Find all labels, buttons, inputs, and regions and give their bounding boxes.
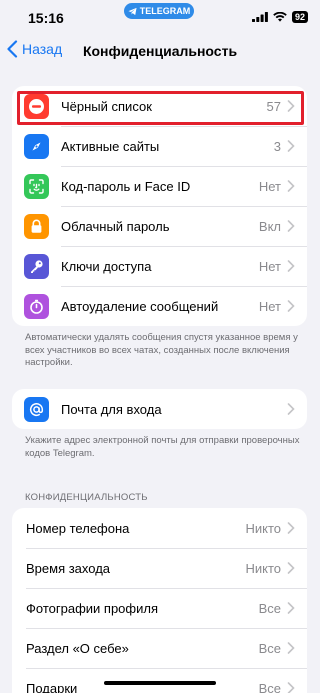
active-sites-row[interactable]: Активные сайты 3 [12, 126, 307, 166]
row-value: Нет [258, 298, 281, 314]
row-label: Чёрный список [61, 98, 152, 114]
auto-delete-row[interactable]: Автоудаление сообщений Нет [12, 286, 307, 326]
login-email-icon-tile [24, 396, 49, 422]
blocked-users-row[interactable]: Чёрный список 57 [12, 86, 307, 126]
chevron-right-icon [287, 682, 295, 693]
telegram-pill-label: TELEGRAM [139, 6, 191, 16]
cloud-password-row[interactable]: Облачный пароль Вкл [12, 206, 307, 246]
row-value: Все [258, 600, 281, 616]
row-value: Нет [258, 178, 281, 194]
row-label: Ключи доступа [61, 258, 152, 274]
passkeys-row[interactable]: Ключи доступа Нет [12, 246, 307, 286]
lock-icon [31, 219, 42, 233]
blocked-icon-tile [24, 93, 49, 119]
row-label: Почта для входа [61, 401, 162, 417]
chevron-right-icon [287, 220, 295, 232]
login-email-group: Почта для входа [12, 389, 307, 429]
autodelete-footnote: Автоматически удалять сообщения спустя у… [25, 332, 298, 368]
security-settings-group: Чёрный список 57 Активные сайты 3 Код-па… [12, 86, 307, 326]
passcode-faceid-row[interactable]: Код-пароль и Face ID Нет [12, 166, 307, 206]
status-time: 15:16 [28, 10, 64, 26]
row-value: Все [258, 640, 281, 656]
paper-plane-icon [128, 7, 137, 15]
minus-circle-icon [29, 98, 44, 114]
cellular-signal-icon [251, 12, 268, 22]
home-indicator[interactable] [104, 681, 216, 685]
row-label: Номер телефона [26, 520, 130, 536]
passcode-icon-tile [24, 173, 49, 199]
chevron-right-icon [287, 100, 295, 112]
compass-icon [32, 142, 41, 150]
row-value: Вкл [258, 218, 281, 234]
row-label: Фотографии профиля [26, 600, 158, 616]
row-value: Никто [245, 520, 281, 536]
at-icon [30, 402, 44, 416]
row-value: Нет [258, 258, 281, 274]
email-footnote: Укажите адрес электронной почты для отпр… [25, 435, 300, 459]
row-value: 3 [273, 138, 281, 154]
timer-icon [30, 299, 43, 314]
chevron-right-icon [287, 562, 295, 574]
row-label: Раздел «О себе» [26, 640, 129, 656]
telegram-pill[interactable]: TELEGRAM [124, 3, 194, 19]
last-seen-row[interactable]: Время захода Никто [12, 548, 307, 588]
row-label: Автоудаление сообщений [61, 298, 219, 314]
row-label: Активные сайты [61, 138, 160, 154]
chevron-right-icon [287, 403, 295, 415]
row-label: Время захода [26, 560, 111, 576]
row-value: Все [258, 680, 281, 693]
phone-number-row[interactable]: Номер телефона Никто [12, 508, 307, 548]
passkeys-icon-tile [24, 253, 49, 279]
chevron-right-icon [287, 300, 295, 312]
cloud-password-icon-tile [24, 213, 49, 239]
status-indicators: 92 [251, 11, 308, 23]
active-sites-icon-tile [24, 133, 49, 159]
profile-photos-row[interactable]: Фотографии профиля Все [12, 588, 307, 628]
row-value: 57 [266, 98, 281, 114]
chevron-right-icon [287, 260, 295, 272]
chevron-right-icon [287, 522, 295, 534]
auto-delete-icon-tile [24, 293, 49, 319]
page-title: Конфиденциальность [82, 43, 238, 59]
status-bar: 15:16 TELEGRAM 92 [0, 0, 320, 34]
face-id-icon [29, 178, 44, 194]
chevron-right-icon [287, 140, 295, 152]
battery-level: 92 [291, 11, 308, 23]
privacy-settings-group: Номер телефона Никто Время захода Никто … [12, 508, 307, 693]
row-value: Никто [245, 560, 281, 576]
bio-row[interactable]: Раздел «О себе» Все [12, 628, 307, 668]
wifi-icon [273, 12, 287, 22]
key-icon [31, 259, 43, 273]
chevron-right-icon [287, 602, 295, 614]
row-label: Код-пароль и Face ID [61, 178, 191, 194]
privacy-section-header: КОНФИДЕНЦИАЛЬНОСТЬ [25, 492, 148, 503]
row-label: Облачный пароль [61, 218, 170, 234]
chevron-right-icon [287, 642, 295, 654]
login-email-row[interactable]: Почта для входа [12, 389, 307, 429]
chevron-right-icon [287, 180, 295, 192]
